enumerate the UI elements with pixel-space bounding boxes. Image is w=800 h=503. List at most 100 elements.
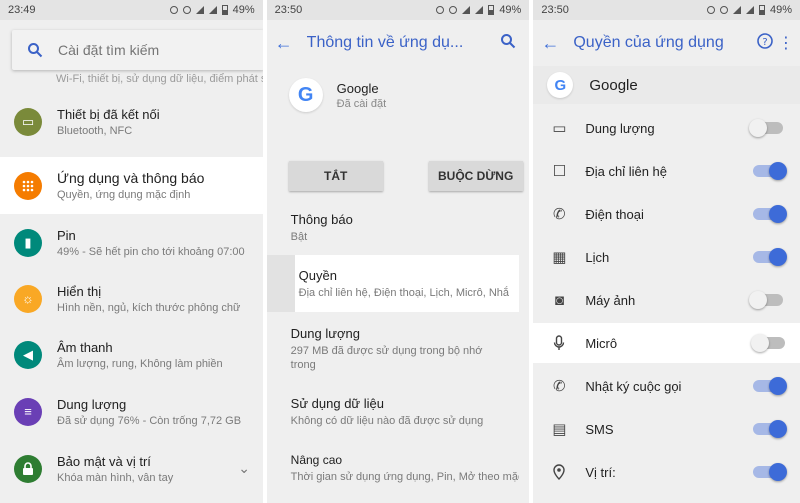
cutoff-subtitle: Wi-Fi, thiết bị, sử dụng dữ liệu, điểm p… — [56, 73, 263, 85]
item-subtitle: Khóa màn hình, vân tay — [57, 471, 174, 484]
force-stop-button[interactable]: BUỘC DỪNG — [428, 161, 523, 191]
apps-icon — [14, 171, 42, 200]
item-title: Dung lượng — [57, 396, 127, 412]
item-subtitle: Quyền, ứng dụng mặc định — [57, 189, 191, 201]
search-icon[interactable] — [495, 33, 521, 54]
app-info-notifications[interactable]: Thông báo Bật — [267, 212, 519, 244]
status-time: 23:50 — [541, 4, 569, 16]
permission-phone[interactable]: ✆ Điện thoại — [533, 194, 800, 234]
permission-calendar[interactable]: ▦ Lịch — [533, 237, 800, 277]
item-title: Sử dụng dữ liệu — [290, 396, 384, 411]
permission-toggle[interactable] — [753, 463, 788, 481]
settings-item-security[interactable]: Bảo mật và vị trí Khóa màn hình, vân tay… — [0, 440, 263, 497]
item-subtitle: Hình nền, ngủ, kích thước phông chữ — [57, 301, 241, 314]
permission-toggle[interactable] — [753, 248, 788, 266]
settings-item-sound[interactable]: ◀ Âm thanh Âm lượng, rung, Không làm phi… — [0, 326, 263, 383]
app-status: Đã cài đặt — [336, 97, 387, 110]
permission-toggle[interactable] — [753, 205, 788, 223]
app-info-storage[interactable]: Dung lượng 297 MB đã được sử dụng trong … — [267, 326, 519, 372]
item-title: Pin — [57, 227, 76, 243]
item-subtitle: Bật — [290, 231, 308, 243]
settings-item-storage[interactable]: ≡ Dung lượng Đã sử dụng 76% - Còn trống … — [0, 383, 263, 440]
scroll-shadow — [266, 255, 295, 312]
app-name: Google — [336, 80, 379, 96]
screenshot-collage: 23:49 49% Wi-Fi, thiết bị, sử dụng dữ li… — [0, 0, 800, 503]
app-info-permissions[interactable]: Quyền Địa chỉ liên hệ, Điện thoại, Lịch,… — [294, 255, 519, 312]
permission-microphone[interactable]: Micrô — [533, 323, 800, 363]
alarm-icon — [436, 6, 445, 14]
settings-item-apps-notifications[interactable]: Ứng dụng và thông báo Quyền, ứng dụng mặ… — [0, 157, 263, 214]
wifi-icon — [462, 6, 471, 14]
vibrate-icon — [719, 6, 728, 14]
app-header: G Google — [533, 66, 800, 104]
permission-toggle[interactable] — [753, 162, 788, 180]
help-icon[interactable]: ? — [752, 32, 778, 54]
call-log-icon: ✆ — [553, 378, 566, 395]
alarm-icon — [169, 6, 178, 14]
lock-icon — [14, 454, 42, 483]
signal-icon — [208, 6, 217, 14]
battery-percent: 49% — [232, 4, 255, 16]
permission-toggle[interactable] — [749, 291, 784, 309]
app-bar: ← Quyền của ứng dụng ? ⋮ — [533, 20, 800, 66]
item-title: Dung lượng — [290, 326, 360, 341]
permission-label: Dung lượng — [585, 120, 655, 136]
battery-status-icon — [488, 5, 495, 15]
vibrate-icon — [449, 6, 458, 14]
permission-toggle[interactable] — [749, 119, 784, 137]
settings-item-battery[interactable]: ▮ Pin 49% - Sẽ hết pin cho tới khoảng 07… — [0, 214, 263, 271]
status-bar: 23:50 49% — [533, 0, 800, 20]
settings-item-display[interactable]: ☼ Hiển thị Hình nền, ngủ, kích thước phô… — [0, 270, 263, 327]
app-info-panel: 23:50 49% ← Thông tin về ứng dụ... G Goo… — [266, 0, 530, 503]
devices-icon: ▭ — [14, 107, 42, 136]
vibrate-icon — [182, 6, 191, 14]
sms-icon: ▤ — [552, 421, 567, 438]
chevron-down-icon[interactable]: ⌄ — [238, 460, 250, 477]
back-arrow-icon[interactable]: ← — [275, 33, 307, 54]
alarm-icon — [706, 6, 715, 14]
permission-toggle[interactable] — [751, 334, 786, 352]
item-subtitle: Âm lượng, rung, Không làm phiền — [57, 357, 223, 370]
search-input[interactable] — [58, 42, 238, 58]
permission-toggle[interactable] — [753, 420, 788, 438]
more-vert-icon[interactable]: ⋮ — [778, 33, 794, 53]
battery-percent: 49% — [499, 4, 522, 16]
app-bar: ← Thông tin về ứng dụ... — [267, 20, 530, 66]
item-subtitle: 297 MB đã được sử dụng trong bộ nhớ tron… — [290, 345, 483, 371]
disable-button[interactable]: TẮT — [288, 161, 383, 191]
app-info-data-usage[interactable]: Sử dụng dữ liệu Không có dữ liệu nào đã … — [267, 396, 519, 428]
item-subtitle: Bluetooth, NFC — [57, 124, 133, 137]
permission-label: Vị trí: — [585, 464, 616, 480]
settings-panel: 23:49 49% Wi-Fi, thiết bị, sử dụng dữ li… — [0, 0, 263, 503]
search-icon[interactable] — [12, 42, 58, 58]
item-subtitle: Địa chỉ liên hệ, Điện thoại, Lịch, Micrô… — [298, 287, 509, 299]
permission-camera[interactable]: ◙ Máy ảnh — [533, 280, 800, 320]
page-title: Quyền của ứng dụng — [573, 34, 724, 51]
app-info-advanced[interactable]: Nâng cao Thời gian sử dụng ứng dụng, Pin… — [267, 453, 519, 484]
permission-storage[interactable]: ▭ Dung lượng — [533, 108, 800, 148]
sound-icon: ◀ — [14, 340, 42, 369]
settings-search-bar[interactable] — [12, 30, 263, 70]
app-permissions-panel: 23:50 49% ← Quyền của ứng dụng ? ⋮ G Goo… — [533, 0, 800, 503]
item-title: Ứng dụng và thông báo — [57, 170, 205, 186]
permission-toggle[interactable] — [753, 377, 788, 395]
storage-icon: ≡ — [14, 397, 42, 426]
item-subtitle: 49% - Sẽ hết pin cho tới khoảng 07:00 — [57, 245, 245, 258]
item-subtitle: Thời gian sử dụng ứng dụng, Pin, Mở theo… — [290, 471, 519, 483]
app-header: G Google Đã cài đặt — [288, 78, 387, 112]
permission-call-log[interactable]: ✆ Nhật ký cuộc gọi — [533, 366, 800, 406]
status-time: 23:49 — [8, 4, 36, 16]
back-arrow-icon[interactable]: ← — [541, 33, 573, 54]
item-subtitle: Đã sử dụng 76% - Còn trống 7,72 GB — [57, 414, 242, 427]
permission-label: Nhật ký cuộc gọi — [585, 378, 682, 394]
microphone-icon — [533, 335, 585, 351]
permission-location[interactable]: Vị trí: — [533, 452, 800, 492]
location-icon — [533, 464, 585, 480]
permission-sms[interactable]: ▤ SMS — [533, 409, 800, 449]
item-title: Thông báo — [290, 212, 353, 227]
settings-item-connected-devices[interactable]: ▭ Thiết bị đã kết nối Bluetooth, NFC — [0, 93, 263, 150]
permission-contacts[interactable]: ☐ Địa chỉ liên hệ — [533, 151, 800, 191]
permission-label: Máy ảnh — [585, 292, 636, 308]
permission-label: Điện thoại — [585, 206, 644, 222]
item-title: Thiết bị đã kết nối — [57, 106, 160, 122]
